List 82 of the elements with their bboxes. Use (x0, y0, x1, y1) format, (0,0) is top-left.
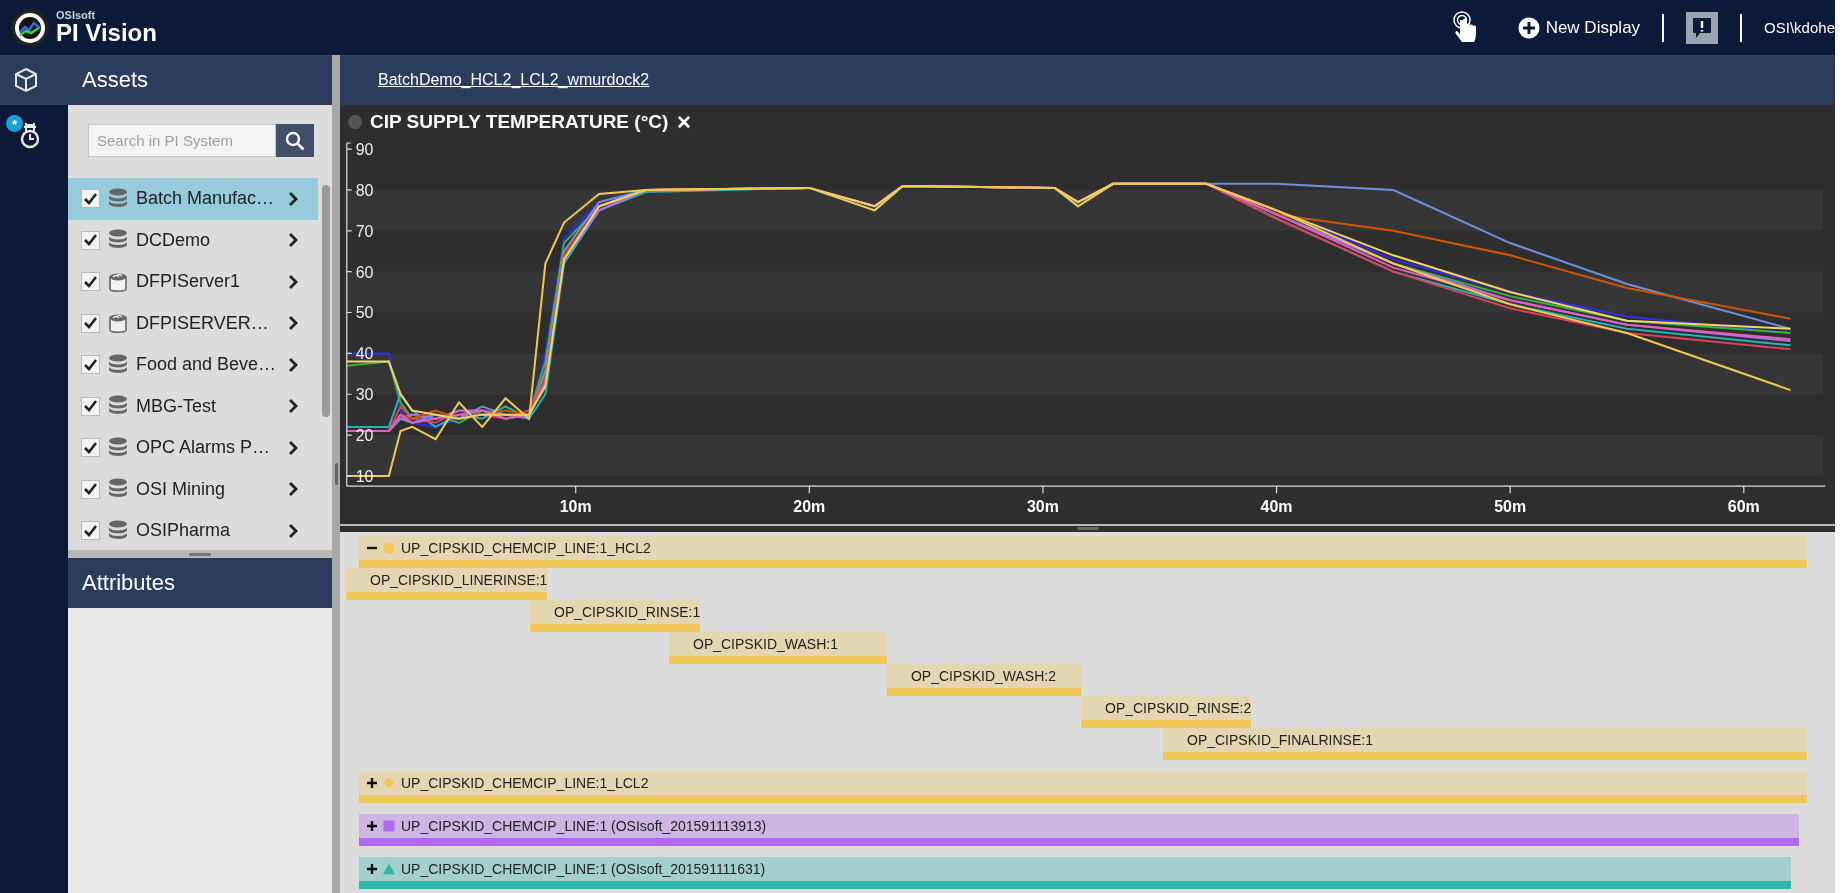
axis-label: 10m (559, 498, 592, 516)
axis-label: 20 (355, 427, 374, 444)
new-display-button[interactable]: New Display (1517, 16, 1641, 39)
search-button[interactable] (276, 124, 314, 157)
status-dot (348, 115, 362, 130)
server-icon (108, 312, 128, 335)
chevron-icon (288, 190, 298, 207)
splitter-handle[interactable] (68, 550, 332, 558)
asset-item[interactable]: DFPISERVER… (68, 302, 318, 344)
panel-header: Assets (68, 55, 332, 105)
panel-header: Attributes (68, 558, 332, 608)
axis-label: 20m (793, 498, 826, 516)
splitter-handle[interactable] (340, 524, 1835, 532)
axis-label: 90 (355, 141, 374, 158)
axis-label: 40m (1260, 498, 1293, 516)
brand-subtitle: OSIsoft (56, 10, 97, 21)
asset-item[interactable]: OSI Mining (68, 468, 318, 510)
axis-label: 70 (355, 222, 374, 240)
chevron-icon (288, 522, 298, 539)
checkbox[interactable] (81, 355, 100, 375)
event-label: UP_CIPSKID_CHEMCIP_LINE:1 (OSIsoft_201591113913) (401, 818, 767, 834)
event-label: OP_CIPSKID_RINSE:2 (1105, 700, 1252, 716)
asset-item[interactable]: Batch Manufac… (68, 178, 318, 220)
event-label: OP_CIPSKID_FINALRINSE:1 (1187, 732, 1373, 748)
display-link[interactable]: BatchDemo_HCL2_LCL2_wmurdock2 (378, 71, 650, 89)
axis-label: 50m (1494, 498, 1527, 516)
asset-item[interactable]: MBG-Test (68, 385, 318, 427)
event-label: OP_CIPSKID_WASH:1 (693, 636, 838, 652)
event-label: OP_CIPSKID_WASH:2 (911, 668, 1056, 684)
axis-label: 30 (355, 386, 374, 404)
asset-item[interactable]: OSIPharma (68, 510, 318, 550)
chevron-icon (288, 356, 298, 373)
app-title: PI Vision (56, 21, 157, 45)
database-icon (108, 519, 128, 542)
event-label: OP_CIPSKID_LINERINSE:1 (370, 572, 548, 588)
expand-icon[interactable] (367, 778, 377, 788)
checkbox[interactable] (81, 230, 100, 250)
logo-icon (10, 7, 50, 48)
splitter-handle[interactable] (332, 55, 340, 893)
checkbox[interactable] (81, 313, 100, 333)
chevron-icon (288, 439, 298, 456)
chevron-icon (288, 315, 298, 332)
event-label: UP_CIPSKID_CHEMCIP_LINE:1_LCL2 (401, 775, 649, 791)
database-icon (108, 353, 128, 376)
expand-icon[interactable] (367, 864, 377, 874)
event-label: UP_CIPSKID_CHEMCIP_LINE:1 (OSIsoft_201591111631) (401, 861, 766, 877)
asset-item[interactable]: OPC Alarms P… (68, 427, 318, 469)
cube-icon[interactable] (14, 67, 38, 93)
chevron-icon (288, 481, 298, 498)
chevron-icon (288, 273, 298, 290)
axis-label: 50 (355, 304, 374, 322)
search-icon (285, 130, 305, 151)
axis-label: 60m (1727, 498, 1760, 516)
chart-title: CIP SUPPLY TEMPERATURE (°C) (370, 111, 669, 134)
checkbox[interactable] (81, 521, 100, 541)
close-button[interactable]: ✕ (676, 110, 693, 134)
axis-label: 60 (355, 263, 374, 281)
expand-icon[interactable] (367, 821, 377, 831)
asset-item[interactable]: DFPIServer1 (68, 261, 318, 303)
user-name[interactable]: OSI\kdohe (1764, 19, 1835, 36)
axis-label: 30m (1027, 498, 1059, 516)
checkbox[interactable] (81, 189, 100, 209)
checkbox[interactable] (81, 479, 100, 499)
badge: * (6, 115, 23, 132)
event-label: UP_CIPSKID_CHEMCIP_LINE:1_HCL2 (401, 540, 651, 556)
feedback-button[interactable] (1686, 11, 1719, 44)
database-icon (108, 187, 128, 210)
database-icon (108, 436, 128, 459)
asset-item[interactable]: Food and Beve… (68, 344, 318, 386)
checkbox[interactable] (81, 272, 100, 292)
chevron-icon (288, 232, 298, 249)
scrollbar[interactable] (322, 185, 330, 417)
axis-label: 80 (355, 181, 374, 199)
plus-icon (1517, 16, 1540, 39)
event-label: OP_CIPSKID_RINSE:1 (554, 604, 701, 620)
asset-item[interactable]: DCDemo (68, 219, 318, 261)
checkbox[interactable] (81, 396, 100, 416)
checkbox[interactable] (81, 438, 100, 458)
feedback-icon (1692, 16, 1713, 39)
search-field[interactable]: Search in PI System (88, 124, 276, 157)
touch-icon[interactable] (1451, 10, 1478, 45)
chevron-icon (288, 398, 298, 415)
